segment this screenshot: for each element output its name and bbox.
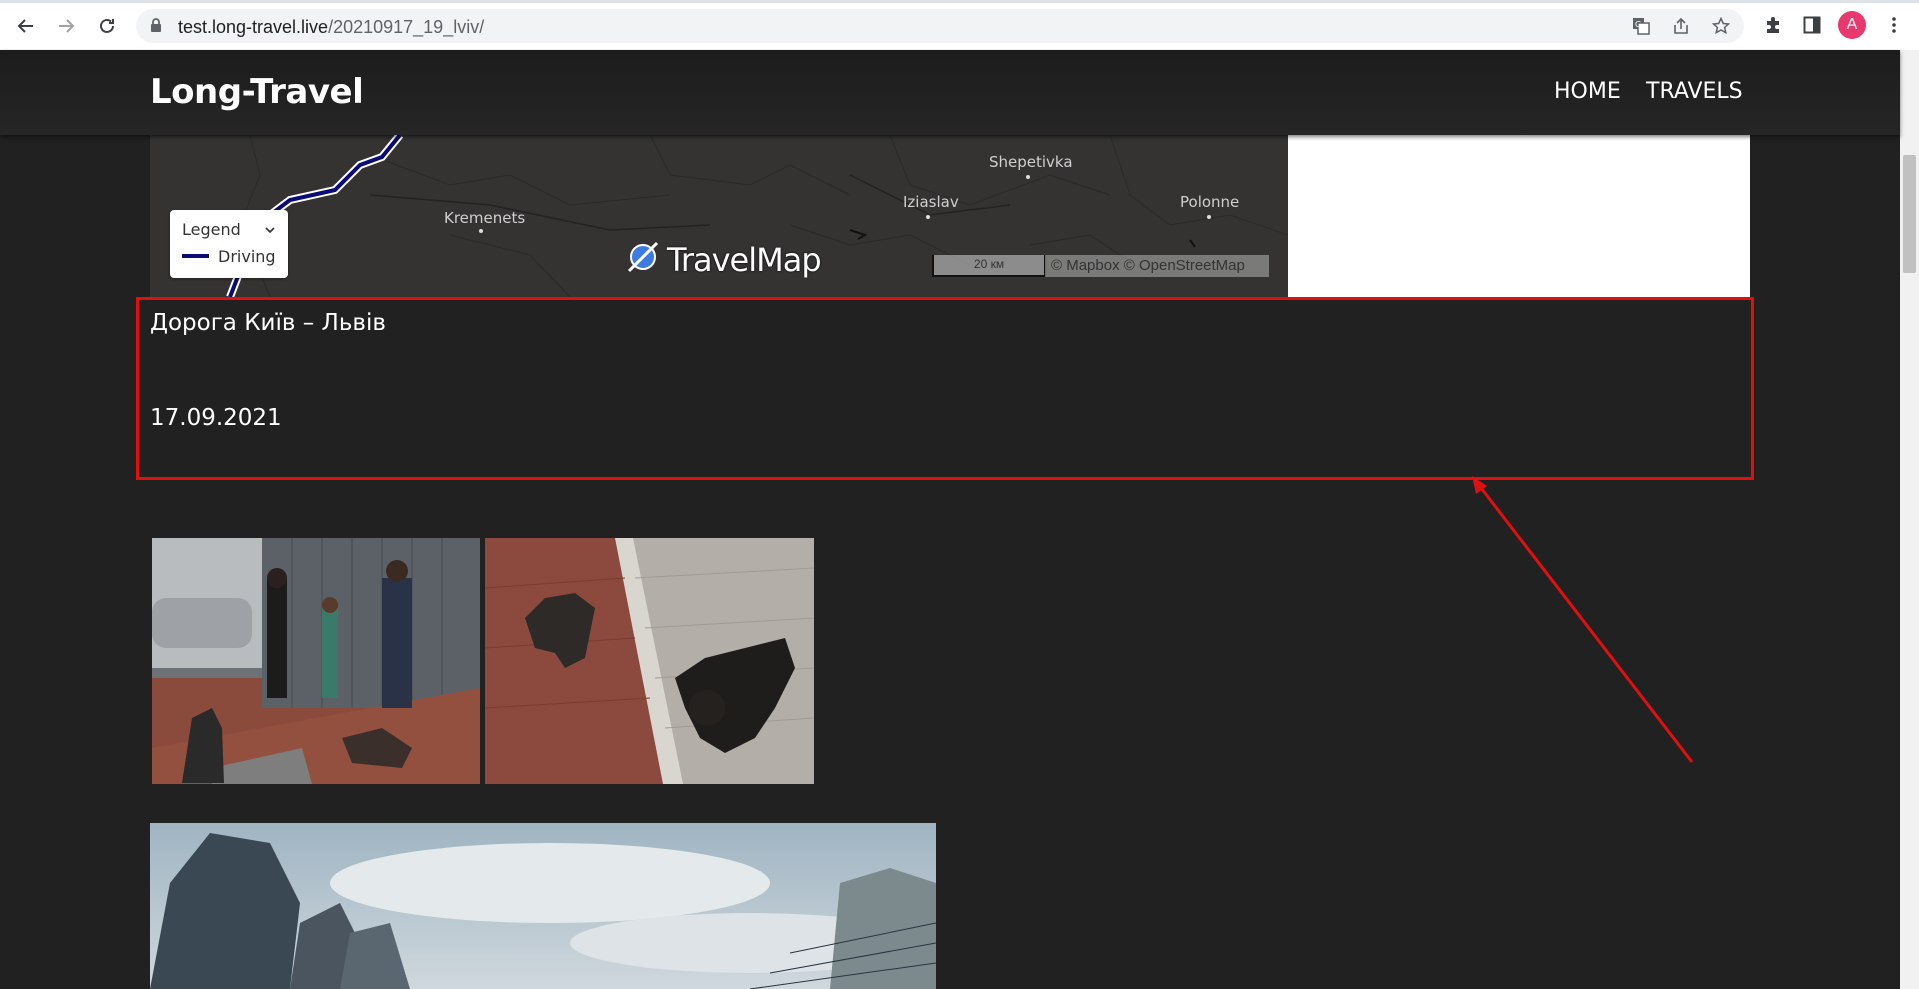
svg-text:G: G [1635,20,1641,29]
extensions-icon[interactable] [1761,13,1785,37]
map-side-panel [1288,135,1750,297]
nav-home-link[interactable]: HOME [1554,79,1621,104]
travelmap-logo-text: TravelMap [667,240,822,279]
map-city-dot [926,215,930,219]
map-scale-bar: 20 км [932,255,1046,277]
map-city-label: Kremenets [444,209,526,227]
map-attribution[interactable]: © Mapbox © OpenStreetMap [1045,255,1269,277]
chevron-down-icon[interactable] [264,222,276,240]
bookmark-star-icon[interactable] [1711,16,1731,36]
profile-avatar[interactable]: A [1838,11,1866,39]
forward-icon[interactable] [51,11,81,41]
share-icon[interactable] [1671,16,1691,36]
photo-city-buildings[interactable] [150,823,936,989]
travel-map[interactable]: Shepetivka Iziaslav Polonne Kremenets Le… [150,135,1288,297]
map-legend[interactable]: Legend Driving [170,210,288,278]
map-city-dot [1207,215,1211,219]
annotation-highlight-box [136,297,1754,480]
browser-toolbar: test.long-travel.live/20210917_19_lviv/ … [0,0,1919,51]
travelmap-logo[interactable]: TravelMap [625,239,822,280]
map-city-label: Polonne [1180,193,1240,211]
menu-icon[interactable] [1882,13,1906,37]
tab-strip [0,0,1919,3]
site-brand-link[interactable]: Long-Travel [150,72,364,112]
lock-icon[interactable] [150,18,162,38]
map-city-dot [1026,175,1030,179]
page-scrollbar-thumb[interactable] [1903,155,1916,273]
map-city-label: Shepetivka [989,153,1073,171]
nav-travels-link[interactable]: TRAVELS [1646,79,1743,104]
url-text: test.long-travel.live/20210917_19_lviv/ [178,17,485,37]
legend-driving-swatch [182,254,209,258]
back-icon[interactable] [11,11,41,41]
reload-icon[interactable] [92,11,122,41]
site-header: Long-Travel HOME TRAVELS [0,50,1900,135]
legend-title: Legend [182,220,241,239]
map-city-dot [479,229,483,233]
address-bar[interactable]: test.long-travel.live/20210917_19_lviv/ … [136,9,1744,43]
legend-driving-label: Driving [218,247,276,266]
translate-icon[interactable]: G [1631,16,1651,36]
map-city-label: Iziaslav [903,193,959,211]
photo-family-with-dogs[interactable] [152,538,480,784]
travelmap-logo-icon [625,239,661,280]
photo-dogs-on-pavement[interactable] [485,538,814,784]
side-panel-icon[interactable] [1800,13,1824,37]
